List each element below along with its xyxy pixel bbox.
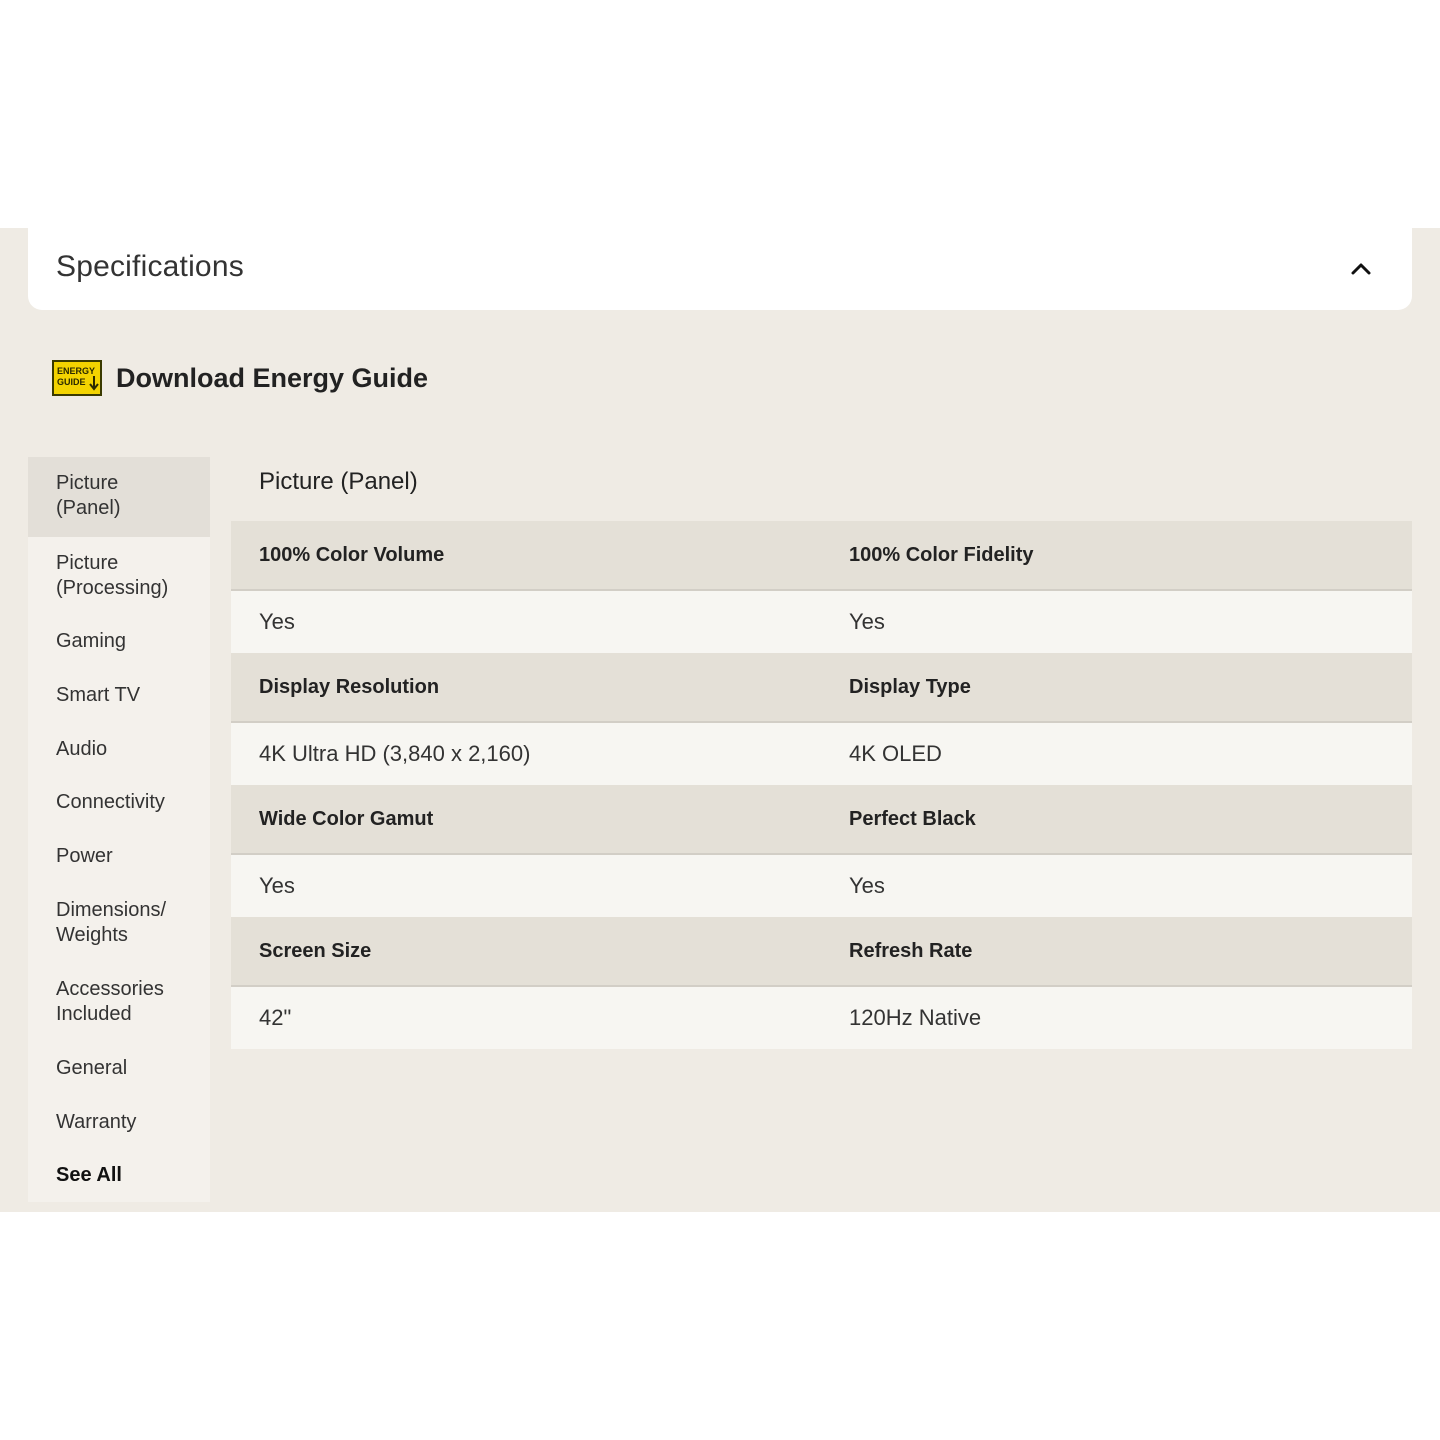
sidebar-item-power[interactable]: Power xyxy=(28,844,210,869)
energy-guide-label: Download Energy Guide xyxy=(116,362,429,393)
sidebar-item-label: See All xyxy=(56,1164,122,1186)
sidebar-item-audio[interactable]: Audio xyxy=(28,737,210,762)
sidebar-item-dimensions-weights[interactable]: Dimensions/ Weights xyxy=(28,898,210,948)
energy-guide-icon: ENERGY GUIDE xyxy=(52,360,102,396)
sidebar-item-label: General xyxy=(56,1057,128,1079)
spec-value: Yes xyxy=(849,873,885,898)
sidebar-item-label: Included xyxy=(56,1003,132,1025)
spec-header-row: Display Resolution Display Type xyxy=(231,653,1412,723)
sidebar-item-picture-panel[interactable]: Picture (Panel) xyxy=(28,457,210,537)
sidebar-item-label: Gaming xyxy=(56,630,127,652)
spec-table: 100% Color Volume 100% Color Fidelity Ye… xyxy=(231,521,1412,1049)
spec-label: Display Type xyxy=(849,675,971,698)
sidebar-item-label: Weights xyxy=(56,924,128,946)
sidebar-item-label: Dimensions/ xyxy=(56,899,167,921)
spec-value: Yes xyxy=(259,609,295,634)
sidebar-item-label: Picture xyxy=(56,552,119,574)
spec-header-row: 100% Color Volume 100% Color Fidelity xyxy=(231,521,1412,591)
spec-label: Screen Size xyxy=(259,939,372,962)
spec-label: Refresh Rate xyxy=(849,939,973,962)
sidebar-item-label: Smart TV xyxy=(56,684,141,706)
sidebar-item-label: Picture xyxy=(56,472,119,494)
sidebar-item-warranty[interactable]: Warranty xyxy=(28,1110,210,1135)
sidebar-item-general[interactable]: General xyxy=(28,1056,210,1081)
sidebar-item-label: Power xyxy=(56,845,113,867)
spec-label: Wide Color Gamut xyxy=(259,807,434,830)
energy-icon-text-1: ENERGY xyxy=(57,366,95,376)
sidebar-item-connectivity[interactable]: Connectivity xyxy=(28,790,210,815)
sidebar-item-label: Connectivity xyxy=(56,791,165,813)
download-energy-guide-link[interactable]: ENERGY GUIDE Download Energy Guide xyxy=(52,359,428,397)
sidebar-item-label: Accessories xyxy=(56,978,164,1000)
spec-value: 4K OLED xyxy=(849,741,942,766)
sidebar-item-smart-tv[interactable]: Smart TV xyxy=(28,683,210,708)
spec-label: Display Resolution xyxy=(259,675,440,698)
sidebar-item-label: (Processing) xyxy=(56,577,169,599)
spec-value: 4K Ultra HD (3,840 x 2,160) xyxy=(259,741,531,766)
spec-category-sidebar: Picture (Panel) Picture (Processing) Gam… xyxy=(28,457,210,1202)
sidebar-item-accessories-included[interactable]: Accessories Included xyxy=(28,977,210,1027)
spec-value: 42" xyxy=(259,1005,292,1030)
sidebar-item-label: (Panel) xyxy=(56,497,121,519)
spec-value-row: Yes Yes xyxy=(231,591,1412,653)
spec-value-row: Yes Yes xyxy=(231,855,1412,917)
sidebar-item-label: Audio xyxy=(56,738,108,760)
spec-value: 120Hz Native xyxy=(849,1005,982,1030)
sidebar-item-picture-processing[interactable]: Picture (Processing) xyxy=(28,551,210,601)
spec-label: 100% Color Fidelity xyxy=(849,543,1034,566)
section-title: Picture (Panel) xyxy=(259,468,418,495)
spec-label: Perfect Black xyxy=(849,807,976,830)
specifications-header[interactable]: Specifications xyxy=(28,228,1412,310)
sidebar-item-gaming[interactable]: Gaming xyxy=(28,629,210,654)
spec-value-row: 42" 120Hz Native xyxy=(231,987,1412,1049)
specifications-title: Specifications xyxy=(56,250,244,283)
spec-label: 100% Color Volume xyxy=(259,543,445,566)
energy-icon-text-2: GUIDE xyxy=(57,377,86,387)
specifications-panel: Specifications ENERGY GUIDE Download Ene… xyxy=(0,228,1440,1212)
spec-value: Yes xyxy=(849,609,885,634)
chevron-up-icon[interactable] xyxy=(1346,254,1376,284)
spec-value-row: 4K Ultra HD (3,840 x 2,160) 4K OLED xyxy=(231,723,1412,785)
sidebar-item-label: Warranty xyxy=(56,1111,137,1133)
spec-value: Yes xyxy=(259,873,295,898)
spec-header-row: Wide Color Gamut Perfect Black xyxy=(231,785,1412,855)
spec-header-row: Screen Size Refresh Rate xyxy=(231,917,1412,987)
sidebar-item-see-all[interactable]: See All xyxy=(28,1163,210,1188)
